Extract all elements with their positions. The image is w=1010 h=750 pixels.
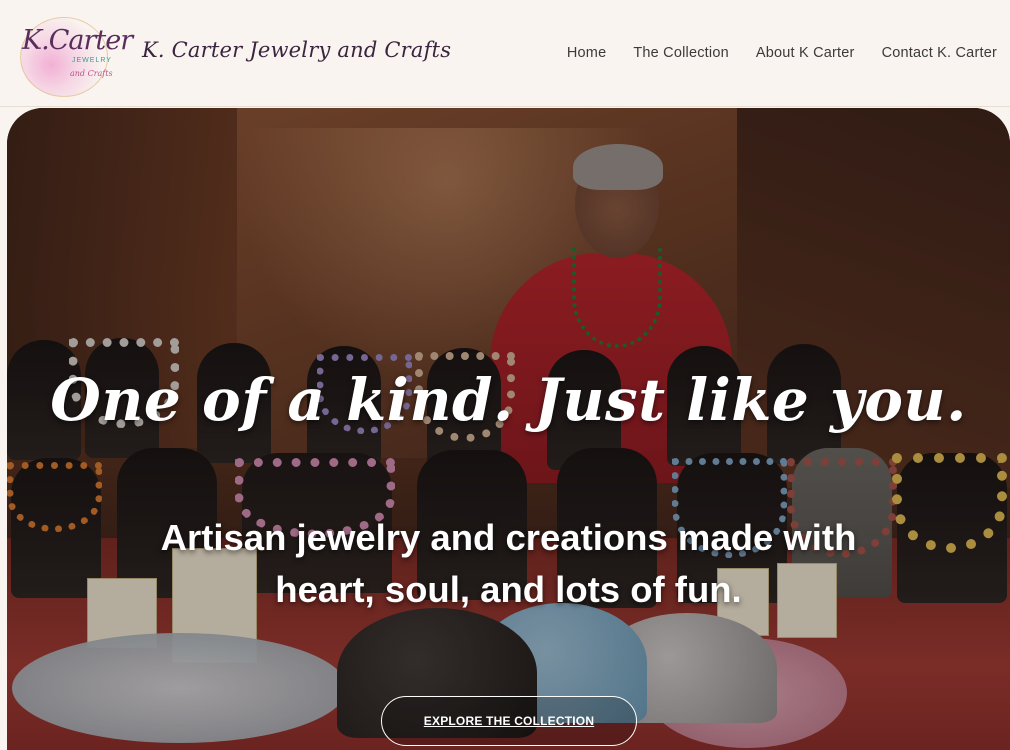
logo-text-jewelry: JEWELRY [72,57,112,64]
hero-subtitle: Artisan jewelry and creations made with … [160,517,857,610]
nav-contact[interactable]: Contact K. Carter [882,45,997,61]
nav-collection[interactable]: The Collection [633,45,729,61]
hero-section: One of a kind. Just like you. Artisan je… [7,108,1010,750]
site-logo[interactable]: K.Carter JEWELRY and Crafts [14,13,133,97]
nav-home[interactable]: Home [567,45,606,61]
nav-about[interactable]: About K Carter [756,45,855,61]
hero-tagline: One of a kind. Just like you. [50,366,967,434]
explore-collection-button[interactable]: EXPLORE THE COLLECTION [381,696,637,746]
logo-text-name: K.Carter [22,25,133,56]
brand-title[interactable]: K. Carter Jewelry and Crafts [142,38,451,62]
main-nav: Home The Collection About K Carter Conta… [567,45,997,61]
site-header: K.Carter JEWELRY and Crafts K. Carter Je… [0,0,1010,107]
logo-text-crafts: and Crafts [70,69,113,78]
